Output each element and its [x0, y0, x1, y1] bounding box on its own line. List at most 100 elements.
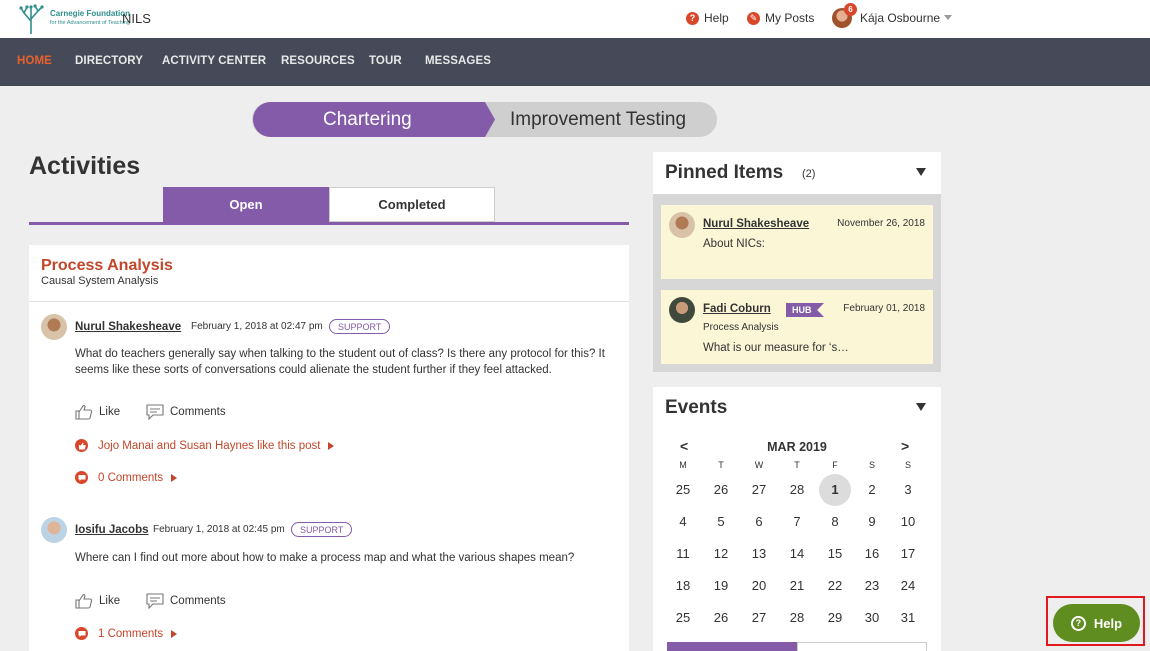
calendar-day[interactable]: 24 [892, 570, 924, 602]
carnegie-logo[interactable]: Carnegie Foundation for the Advancement … [16, 3, 130, 35]
calendar-day[interactable]: 26 [705, 602, 737, 634]
pencil-icon: ✎ [747, 11, 760, 25]
calendar-day[interactable]: 8 [819, 506, 851, 538]
calendar-day[interactable]: 7 [781, 506, 813, 538]
nav-resources[interactable]: RESOURCES [281, 55, 355, 67]
calendar-day[interactable]: 5 [705, 506, 737, 538]
help-link-label: Help [704, 11, 729, 25]
pinned-author-name[interactable]: Nurul Shakesheave [703, 218, 809, 230]
tab-open[interactable]: Open [163, 187, 329, 222]
calendar-day[interactable]: 30 [856, 602, 888, 634]
like-label: Like [99, 406, 121, 418]
pinned-author-name[interactable]: Fadi Coburn [703, 303, 771, 315]
comment-icon [146, 404, 164, 420]
my-posts-link[interactable]: ✎ My Posts [747, 11, 814, 25]
calendar-day[interactable]: 12 [705, 538, 737, 570]
calendar-day[interactable]: 20 [743, 570, 775, 602]
calendar-day[interactable]: 14 [781, 538, 813, 570]
calendar-day[interactable]: 27 [743, 602, 775, 634]
calendar-day[interactable]: 17 [892, 538, 924, 570]
user-name[interactable]: Kája Osbourne [860, 11, 940, 25]
calendar-day[interactable]: 19 [705, 570, 737, 602]
expand-arrow-icon [171, 629, 178, 638]
comment-badge-icon [75, 471, 88, 484]
weekday-label: S [904, 460, 911, 470]
user-menu-caret-icon[interactable] [944, 15, 952, 20]
pinned-items-header: Pinned Items (2) [653, 152, 941, 194]
likes-summary-text: Jojo Manai and Susan Haynes like this po… [98, 439, 321, 452]
calendar-day[interactable]: 21 [781, 570, 813, 602]
nav-tour[interactable]: TOUR [369, 55, 402, 67]
calendar-day[interactable]: 16 [856, 538, 888, 570]
post-author-avatar[interactable] [41, 517, 67, 543]
pinned-item[interactable]: Fadi Coburn HUB February 01, 2018 Proces… [661, 290, 933, 364]
calendar-day[interactable]: 27 [743, 474, 775, 506]
calendar-day[interactable]: 15 [819, 538, 851, 570]
comment-count-link[interactable]: 0 Comments [75, 471, 178, 484]
support-tag[interactable]: SUPPORT [291, 522, 353, 537]
post-author-name[interactable]: Nurul Shakesheave [75, 321, 181, 333]
post-author-avatar[interactable] [41, 314, 67, 340]
calendar-day[interactable]: 10 [892, 506, 924, 538]
post-date: February 1, 2018 at 02:45 pm [153, 524, 285, 535]
like-button[interactable]: Like [75, 593, 120, 609]
calendar-day[interactable]: 4 [667, 506, 699, 538]
tab-completed[interactable]: Completed [329, 187, 495, 222]
calendar-day[interactable]: 23 [856, 570, 888, 602]
phase-improvement-testing[interactable]: Improvement Testing [510, 109, 686, 131]
calendar-day[interactable]: 25 [667, 474, 699, 506]
like-button[interactable]: Like [75, 404, 120, 420]
activity-title[interactable]: Process Analysis [41, 257, 173, 275]
calendar-day[interactable]: 2 [856, 474, 888, 506]
comments-button[interactable]: Comments [146, 404, 226, 420]
hub-badge: HUB [786, 303, 824, 317]
collapse-caret-icon[interactable] [916, 403, 926, 411]
comment-badge-icon [75, 627, 88, 640]
nav-messages[interactable]: MESSAGES [425, 55, 491, 67]
calendar-day[interactable]: 11 [667, 538, 699, 570]
pinned-items-title: Pinned Items [665, 162, 784, 183]
pinned-item[interactable]: Nurul Shakesheave November 26, 2018 Abou… [661, 205, 933, 279]
post-author-name[interactable]: Iosifu Jacobs [75, 524, 149, 536]
pinned-date: February 01, 2018 [843, 303, 925, 314]
calendar-day[interactable]: 29 [819, 602, 851, 634]
nav-directory[interactable]: DIRECTORY [75, 55, 143, 67]
pinned-text: What is our measure for ‘s… [703, 342, 849, 354]
comment-count-link[interactable]: 1 Comments [75, 627, 178, 640]
events-header: Events [653, 387, 941, 429]
nav-activity-center[interactable]: ACTIVITY CENTER [162, 55, 266, 67]
calendar-day[interactable]: 18 [667, 570, 699, 602]
calendar-view-tab-active[interactable] [667, 642, 797, 651]
phase-chartering-label: Chartering [323, 109, 412, 130]
calendar-day[interactable]: 13 [743, 538, 775, 570]
likes-summary[interactable]: Jojo Manai and Susan Haynes like this po… [75, 439, 335, 452]
events-calendar: < MAR 2019 > M T W T F S S 25 26 27 28 1 2 3 4 5 6 7 8 9 10 1… [653, 428, 941, 651]
nav-home[interactable]: HOME [17, 55, 52, 67]
notification-badge[interactable]: 6 [844, 3, 857, 16]
support-tag[interactable]: SUPPORT [329, 319, 391, 334]
calendar-day[interactable]: 28 [781, 474, 813, 506]
activity-card: Process Analysis Causal System Analysis … [29, 245, 629, 651]
help-link[interactable]: ? Help [686, 11, 729, 25]
calendar-day[interactable]: 3 [892, 474, 924, 506]
help-widget-button[interactable]: ? Help [1053, 604, 1140, 642]
calendar-day[interactable]: 9 [856, 506, 888, 538]
calendar-day[interactable]: 28 [781, 602, 813, 634]
collapse-caret-icon[interactable] [916, 168, 926, 176]
pinned-author-avatar[interactable] [669, 212, 695, 238]
calendar-view-tab[interactable] [797, 642, 927, 651]
comments-button[interactable]: Comments [146, 593, 226, 609]
calendar-day[interactable]: 22 [819, 570, 851, 602]
calendar-day[interactable]: 6 [743, 506, 775, 538]
comment-icon [146, 593, 164, 609]
calendar-day[interactable]: 25 [667, 602, 699, 634]
main-nav: HOME DIRECTORY ACTIVITY CENTER RESOURCES… [0, 38, 1150, 86]
logo-subtitle: for the Advancement of Teaching [50, 20, 131, 26]
weekday-label: T [794, 460, 800, 470]
calendar-month: MAR 2019 [767, 440, 827, 454]
calendar-day[interactable]: 26 [705, 474, 737, 506]
calendar-day[interactable]: 31 [892, 602, 924, 634]
pinned-author-avatar[interactable] [669, 297, 695, 323]
calendar-day[interactable]: 1 [819, 474, 851, 506]
next-month-button[interactable]: > [901, 438, 909, 454]
